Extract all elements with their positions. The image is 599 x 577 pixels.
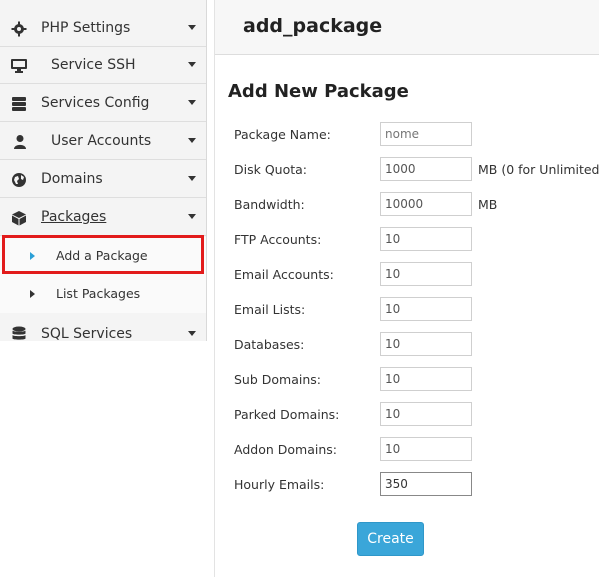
chevron-down-icon — [188, 100, 196, 105]
page-header: add_package — [215, 0, 599, 55]
form-row-sub-domains: Sub Domains: — [234, 367, 599, 393]
sidebar-subitem-list-packages[interactable]: List Packages — [0, 275, 206, 313]
sidebar-item-label: Packages — [41, 209, 107, 225]
form-row-parked-domains: Parked Domains: — [234, 402, 599, 428]
form-row-email-accounts: Email Accounts: — [234, 262, 599, 288]
ftp-accounts-input[interactable] — [380, 227, 472, 251]
email-accounts-input[interactable] — [380, 262, 472, 286]
form-title: Add New Package — [228, 81, 409, 102]
sidebar-item-php-settings[interactable]: PHP Settings — [0, 10, 206, 47]
field-label: Bandwidth: — [234, 197, 305, 212]
field-label: FTP Accounts: — [234, 232, 322, 247]
parked-domains-input[interactable] — [380, 402, 472, 426]
sidebar-item-label: SQL Services — [41, 326, 133, 342]
sidebar-subitem-label: Add a Package — [56, 248, 148, 263]
field-label: Email Accounts: — [234, 267, 334, 282]
form-row-bandwidth: Bandwidth: MB — [234, 192, 599, 218]
chevron-down-icon — [188, 331, 196, 336]
sidebar-item-label: Service SSH — [51, 57, 136, 73]
create-button[interactable]: Create — [357, 522, 424, 556]
server-icon — [12, 97, 26, 111]
sidebar-item-service-ssh[interactable]: Service SSH — [0, 47, 206, 84]
field-label: Email Lists: — [234, 302, 306, 317]
field-label: Package Name: — [234, 127, 331, 142]
form-row-package-name: Package Name: — [234, 122, 599, 148]
globe-icon — [12, 173, 26, 187]
databases-input[interactable] — [380, 332, 472, 356]
cube-icon — [12, 211, 26, 226]
field-label: Sub Domains: — [234, 372, 321, 387]
form-row-email-lists: Email Lists: — [234, 297, 599, 323]
sidebar-item-label: User Accounts — [51, 133, 152, 149]
sidebar-subitem-label: List Packages — [56, 286, 141, 301]
sub-domains-input[interactable] — [380, 367, 472, 391]
field-label: Addon Domains: — [234, 442, 337, 457]
addon-domains-input[interactable] — [380, 437, 472, 461]
chevron-right-icon — [30, 290, 35, 298]
form-row-addon-domains: Addon Domains: — [234, 437, 599, 463]
sidebar-item-sql-services[interactable]: SQL Services — [0, 314, 206, 342]
user-icon — [14, 135, 26, 149]
sidebar-item-label: PHP Settings — [41, 20, 131, 36]
field-label: Disk Quota: — [234, 162, 308, 177]
monitor-icon — [11, 59, 27, 73]
field-label: Databases: — [234, 337, 305, 352]
field-label: Parked Domains: — [234, 407, 340, 422]
chevron-right-icon — [30, 252, 35, 260]
main-panel: add_package Add New Package Package Name… — [214, 0, 599, 577]
chevron-down-icon — [188, 176, 196, 181]
bandwidth-input[interactable] — [380, 192, 472, 216]
sidebar-item-label: Domains — [41, 171, 103, 187]
chevron-down-icon — [188, 62, 196, 67]
field-suffix: MB (0 for Unlimited) — [478, 162, 599, 177]
sidebar-item-user-accounts[interactable]: User Accounts — [0, 123, 206, 160]
database-icon — [12, 326, 26, 340]
form-row-ftp-accounts: FTP Accounts: — [234, 227, 599, 253]
hourly-emails-input[interactable] — [380, 472, 472, 496]
field-label: Hourly Emails: — [234, 477, 325, 492]
form-row-hourly-emails: Hourly Emails: — [234, 472, 599, 498]
sidebar-item-services-config[interactable]: Services Config — [0, 85, 206, 122]
gear-icon — [11, 21, 27, 37]
form-row-databases: Databases: — [234, 332, 599, 358]
chevron-down-icon — [188, 214, 196, 219]
sidebar-item-domains[interactable]: Domains — [0, 161, 206, 198]
chevron-down-icon — [188, 138, 196, 143]
field-suffix: MB — [478, 197, 498, 212]
disk-quota-input[interactable] — [380, 157, 472, 181]
form-row-disk-quota: Disk Quota: MB (0 for Unlimited) — [234, 157, 599, 183]
page-title: add_package — [243, 15, 383, 37]
chevron-down-icon — [188, 25, 196, 30]
sidebar-subitem-add-a-package[interactable]: Add a Package — [0, 237, 206, 275]
email-lists-input[interactable] — [380, 297, 472, 321]
package-name-input[interactable] — [380, 122, 472, 146]
sidebar-item-packages[interactable]: Packages — [0, 199, 206, 236]
sidebar-item-label: Services Config — [41, 95, 150, 111]
sidebar: PHP Settings Service SSH Services Config… — [0, 0, 207, 342]
